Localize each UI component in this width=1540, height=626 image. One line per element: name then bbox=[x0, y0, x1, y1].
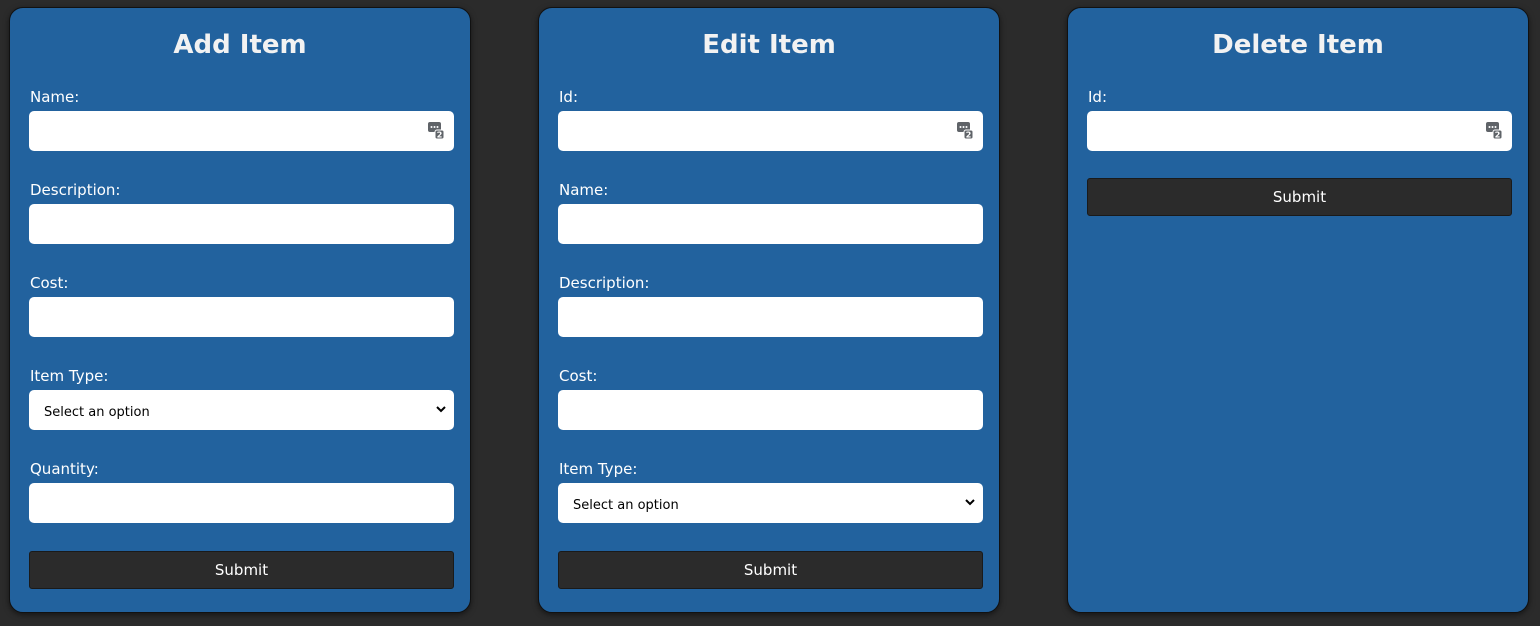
edit-name-input-wrapper bbox=[558, 204, 983, 244]
edit-item-type-selected-value: Select an option bbox=[573, 498, 679, 513]
edit-description-input-wrapper bbox=[558, 297, 983, 337]
svg-text:2: 2 bbox=[437, 131, 443, 140]
add-quantity-input-wrapper bbox=[29, 483, 454, 523]
svg-text:2: 2 bbox=[1495, 131, 1501, 140]
edit-id-field-group: Id: 2 bbox=[558, 88, 983, 151]
add-name-input-wrapper: 2 bbox=[29, 111, 454, 151]
add-submit-button[interactable]: Submit bbox=[29, 551, 454, 589]
edit-cost-label: Cost: bbox=[559, 367, 598, 385]
add-cost-input-wrapper bbox=[29, 297, 454, 337]
add-cost-input[interactable] bbox=[29, 297, 454, 337]
edit-id-label: Id: bbox=[559, 88, 578, 106]
edit-item-title: Edit Item bbox=[702, 30, 836, 60]
chevron-down-icon bbox=[436, 406, 446, 413]
edit-item-type-label: Item Type: bbox=[559, 460, 638, 478]
delete-id-input-wrapper: 2 bbox=[1087, 111, 1512, 151]
delete-id-field-group: Id: 2 bbox=[1087, 88, 1512, 151]
add-description-label: Description: bbox=[30, 181, 121, 199]
edit-id-input-wrapper: 2 bbox=[558, 111, 983, 151]
add-description-input[interactable] bbox=[29, 204, 454, 244]
add-cost-label: Cost: bbox=[30, 274, 69, 292]
edit-item-card: Edit Item Id: 2 Name: Description: Cost:… bbox=[538, 7, 1000, 613]
delete-item-title: Delete Item bbox=[1212, 30, 1384, 60]
forms-container: Add Item Name: 2 Description: Cost: Item… bbox=[0, 0, 1540, 626]
add-name-label: Name: bbox=[30, 88, 80, 106]
edit-submit-button[interactable]: Submit bbox=[558, 551, 983, 589]
edit-cost-field-group: Cost: bbox=[558, 367, 983, 430]
password-manager-icon[interactable]: 2 bbox=[1486, 122, 1502, 139]
add-description-input-wrapper bbox=[29, 204, 454, 244]
delete-submit-button[interactable]: Submit bbox=[1087, 178, 1512, 216]
edit-id-input[interactable] bbox=[558, 111, 983, 151]
chevron-down-icon bbox=[965, 499, 975, 506]
add-cost-field-group: Cost: bbox=[29, 274, 454, 337]
add-description-field-group: Description: bbox=[29, 181, 454, 244]
edit-description-field-group: Description: bbox=[558, 274, 983, 337]
edit-name-input[interactable] bbox=[558, 204, 983, 244]
add-quantity-input[interactable] bbox=[29, 483, 454, 523]
password-manager-icon[interactable]: 2 bbox=[428, 122, 444, 139]
svg-text:2: 2 bbox=[966, 131, 972, 140]
add-quantity-label: Quantity: bbox=[30, 460, 99, 478]
edit-name-label: Name: bbox=[559, 181, 609, 199]
add-item-type-selected-value: Select an option bbox=[44, 405, 150, 420]
delete-id-label: Id: bbox=[1088, 88, 1107, 106]
add-quantity-field-group: Quantity: bbox=[29, 460, 454, 523]
edit-item-type-field-group: Item Type: Select an option bbox=[558, 460, 983, 523]
add-item-type-field-group: Item Type: Select an option bbox=[29, 367, 454, 430]
edit-name-field-group: Name: bbox=[558, 181, 983, 244]
delete-item-card: Delete Item Id: 2 Submit bbox=[1067, 7, 1529, 613]
edit-description-input[interactable] bbox=[558, 297, 983, 337]
add-item-card: Add Item Name: 2 Description: Cost: Item… bbox=[9, 7, 471, 613]
delete-id-input[interactable] bbox=[1087, 111, 1512, 151]
edit-cost-input[interactable] bbox=[558, 390, 983, 430]
edit-cost-input-wrapper bbox=[558, 390, 983, 430]
add-name-field-group: Name: 2 bbox=[29, 88, 454, 151]
edit-item-type-select[interactable]: Select an option bbox=[558, 483, 983, 523]
add-item-title: Add Item bbox=[173, 30, 307, 60]
add-name-input[interactable] bbox=[29, 111, 454, 151]
add-item-type-label: Item Type: bbox=[30, 367, 109, 385]
add-item-type-select[interactable]: Select an option bbox=[29, 390, 454, 430]
edit-description-label: Description: bbox=[559, 274, 650, 292]
password-manager-icon[interactable]: 2 bbox=[957, 122, 973, 139]
